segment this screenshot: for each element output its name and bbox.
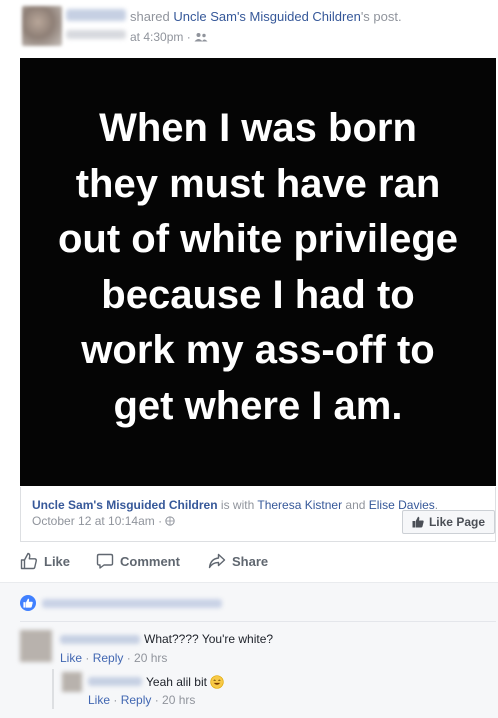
globe-icon [165,516,176,526]
reply-text-wrap: Yeah alil bit [146,675,224,689]
original-post-attribution: Uncle Sam's Misguided Children is with T… [20,487,496,542]
avatar[interactable] [22,6,62,46]
shared-line: shared Uncle Sam's Misguided Children's … [130,9,402,24]
blurred-commenter-name[interactable] [60,635,140,644]
share-label: Share [232,553,269,569]
thumbs-up-icon [20,552,37,570]
share-button[interactable]: Share [208,552,268,570]
shared-page-link[interactable]: Uncle Sam's Misguided Children [173,9,360,24]
reply-text: Yeah alil bit [146,675,207,689]
reply-reply-link[interactable]: Reply [121,693,152,707]
tagged-person-link[interactable]: Theresa Kistner [257,498,342,512]
thumbs-up-icon [412,516,424,528]
share-icon [208,553,226,569]
comment-time[interactable]: 20 hrs [134,651,167,665]
comment-label: Comment [120,553,180,569]
meme-line: When I was born [99,106,417,150]
shared-word: shared [130,9,170,24]
comment-avatar[interactable] [20,630,52,662]
reply-avatar[interactable] [62,672,82,692]
meme-line: get where I am. [113,384,403,428]
reactions-summary[interactable] [20,595,222,611]
like-label: Like [44,553,71,569]
post-timestamp[interactable]: at 4:30pm · [130,30,191,44]
blurred-user-name[interactable] [66,9,126,21]
reply-time[interactable]: 20 hrs [162,693,195,707]
friends-icon [194,33,208,42]
blurred-commenter-name[interactable] [88,677,142,686]
meta-separator: · [123,651,135,665]
smile-emoji-icon [210,675,224,689]
comment-like-link[interactable]: Like [60,651,82,665]
meta-separator: · [110,693,121,707]
attribution-date-line: October 12 at 10:14am · [32,514,176,528]
like-page-button[interactable]: Like Page [401,510,495,534]
blurred-reaction-names [42,598,222,608]
meta-separator: · [82,651,93,665]
comment-meta: Like · Reply · 20 hrs [60,651,167,665]
comment-reply-link[interactable]: Reply [93,651,124,665]
comment-text: What???? You're white? [144,632,274,646]
like-button[interactable]: Like [20,552,70,570]
timestamp-line: at 4:30pm · [130,30,208,44]
post-action-bar: Like Comment Share [20,552,496,578]
attribution-date[interactable]: October 12 at 10:14am · [32,514,162,528]
reply-thread-line [52,669,54,709]
like-page-label: Like Page [428,515,485,529]
reply-meta: Like · Reply · 20 hrs [88,693,195,707]
reply-like-link[interactable]: Like [88,693,110,707]
post-image[interactable]: When I was born they must have ran out o… [20,58,496,486]
comments-separator [20,621,496,622]
comment-icon [96,553,114,569]
blurred-subtitle [66,30,126,39]
meme-line: because I had to [101,273,415,317]
meme-line: they must have ran [75,162,441,206]
post-header: shared Uncle Sam's Misguided Children's … [0,0,498,58]
comment-button[interactable]: Comment [96,552,180,570]
meme-line: out of white privilege [57,217,459,261]
and-text: and [342,498,369,512]
meme-line: work my ass-off to [81,328,435,372]
like-reaction-icon [20,595,36,611]
post-suffix: 's post. [360,9,402,24]
page-name-link[interactable]: Uncle Sam's Misguided Children [32,498,218,512]
attribution-line: Uncle Sam's Misguided Children is with T… [32,498,438,512]
comments-section: What???? You're white? Like · Reply · 20… [0,583,498,718]
meta-separator: · [151,693,163,707]
with-text: is with [217,498,258,512]
